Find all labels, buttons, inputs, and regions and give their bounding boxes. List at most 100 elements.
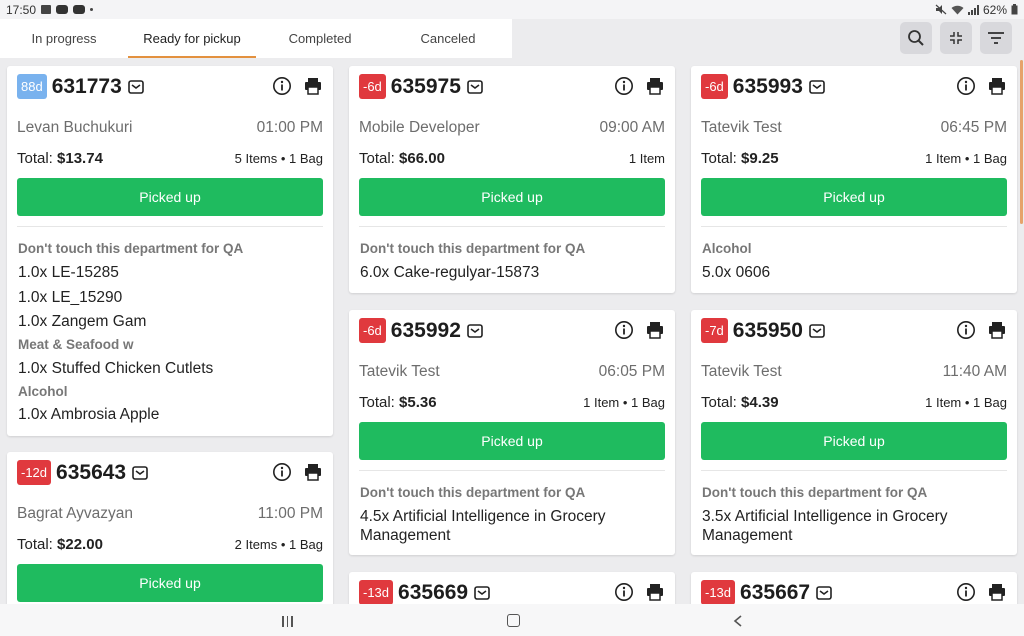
battery-percent: 62% <box>982 2 1007 17</box>
order-line: 1.0x Stuffed Chicken Cutlets <box>18 360 214 377</box>
tab-canceled[interactable]: Canceled <box>384 19 512 58</box>
item-count: 1 Item • 1 Bag <box>583 395 665 410</box>
search-icon <box>908 30 924 46</box>
picked-up-button[interactable]: Picked up <box>701 422 1007 460</box>
order-line: 3.5x Artificial Intelligence in Grocery <box>702 508 948 525</box>
info-icon[interactable] <box>614 320 634 340</box>
info-icon[interactable] <box>614 76 634 96</box>
days-badge: -6d <box>359 74 386 99</box>
department-label: Don't touch this department for QA <box>360 485 586 500</box>
department-label: Don't touch this department for QA <box>18 241 244 256</box>
picked-up-button[interactable]: Picked up <box>701 178 1007 216</box>
order-card[interactable]: -7d 635950 Tatevik Test 11:40 AM Total: … <box>691 310 1017 555</box>
info-icon[interactable] <box>956 582 976 602</box>
print-icon[interactable] <box>987 582 1007 602</box>
customer-name: Bagrat Ayvazyan <box>17 505 134 522</box>
total-label: Total: <box>359 394 400 411</box>
picked-up-button[interactable]: Picked up <box>17 178 323 216</box>
divider <box>701 226 1007 227</box>
back-icon[interactable] <box>733 615 743 627</box>
recent-apps-icon[interactable] <box>282 616 293 627</box>
info-icon[interactable] <box>956 76 976 96</box>
pickup-time: 11:00 PM <box>257 505 323 522</box>
order-card-header: -6d 635975 <box>359 74 483 99</box>
tab-completed[interactable]: Completed <box>256 19 384 58</box>
order-total: Total: $22.00 <box>17 536 103 553</box>
tab-ready-for-pickup[interactable]: Ready for pickup <box>128 19 256 58</box>
pickup-time: 01:00 PM <box>256 119 323 136</box>
battery-icon <box>1011 4 1018 15</box>
picked-up-button[interactable]: Picked up <box>359 422 665 460</box>
order-card-header: 88d 631773 <box>17 74 144 99</box>
total-label: Total: <box>17 536 58 553</box>
customer-name: Mobile Developer <box>359 119 480 136</box>
item-count: 2 Items • 1 Bag <box>234 537 323 552</box>
print-icon[interactable] <box>303 462 323 482</box>
pickup-time: 11:40 AM <box>942 363 1007 380</box>
print-icon[interactable] <box>645 320 665 340</box>
order-number: 635667 <box>740 580 811 604</box>
order-card-header: -13d 635669 <box>359 580 490 605</box>
total-value: $66.00 <box>399 150 445 167</box>
item-count: 1 Item • 1 Bag <box>925 151 1007 166</box>
total-label: Total: <box>359 150 400 167</box>
order-number: 635669 <box>398 580 469 604</box>
message-icon <box>467 79 483 94</box>
filter-button[interactable] <box>980 22 1012 54</box>
divider <box>17 226 323 227</box>
info-icon[interactable] <box>272 76 292 96</box>
tab-in-progress[interactable]: In progress <box>0 19 128 58</box>
days-badge: -6d <box>701 74 728 99</box>
order-total: Total: $66.00 <box>359 150 445 167</box>
total-value: $4.39 <box>741 394 779 411</box>
info-icon[interactable] <box>956 320 976 340</box>
divider <box>359 226 665 227</box>
message-icon <box>809 323 825 338</box>
item-count: 1 Item <box>628 151 665 166</box>
signal-icon <box>967 4 979 15</box>
mute-icon <box>935 4 947 15</box>
days-badge: -6d <box>359 318 386 343</box>
print-icon[interactable] <box>987 320 1007 340</box>
order-card-header: -6d 635992 <box>359 318 483 343</box>
order-number: 635643 <box>56 460 127 484</box>
status-time: 17:50 <box>6 2 37 17</box>
status-bar: 17:50 62% <box>0 0 1024 19</box>
total-value: $9.25 <box>741 150 779 167</box>
order-line: 1.0x LE_15290 <box>18 289 123 306</box>
order-total: Total: $4.39 <box>701 394 779 411</box>
order-total: Total: $13.74 <box>17 150 103 167</box>
collapse-button[interactable] <box>940 22 972 54</box>
days-badge: -13d <box>359 580 394 605</box>
picked-up-button[interactable]: Picked up <box>17 564 323 602</box>
print-icon[interactable] <box>645 76 665 96</box>
info-icon[interactable] <box>272 462 292 482</box>
print-icon[interactable] <box>987 76 1007 96</box>
order-card[interactable]: -6d 635993 Tatevik Test 06:45 PM Total: … <box>691 66 1017 293</box>
order-card[interactable]: 88d 631773 Levan Buchukuri 01:00 PM Tota… <box>7 66 333 436</box>
customer-name: Tatevik Test <box>701 363 782 380</box>
order-card-header: -7d 635950 <box>701 318 825 343</box>
home-icon[interactable] <box>507 614 520 627</box>
search-button[interactable] <box>900 22 932 54</box>
order-card[interactable]: -12d 635643 Bagrat Ayvazyan 11:00 PM Tot… <box>7 452 333 612</box>
customer-name: Tatevik Test <box>359 363 440 380</box>
order-total: Total: $9.25 <box>701 150 779 167</box>
picked-up-button[interactable]: Picked up <box>359 178 665 216</box>
order-card[interactable]: -6d 635975 Mobile Developer 09:00 AM Tot… <box>349 66 675 293</box>
department-label: Don't touch this department for QA <box>702 485 928 500</box>
department-label: Alcohol <box>702 241 752 256</box>
gallery-icon <box>41 5 52 14</box>
message-icon <box>474 585 490 600</box>
order-number: 635975 <box>390 74 461 98</box>
print-icon[interactable] <box>303 76 323 96</box>
more-notifications-icon <box>90 8 94 11</box>
info-icon[interactable] <box>614 582 634 602</box>
filter-icon <box>988 32 1004 44</box>
total-value: $22.00 <box>57 536 103 553</box>
order-line: 1.0x Ambrosia Apple <box>18 406 160 423</box>
pickup-time: 09:00 AM <box>599 119 666 136</box>
print-icon[interactable] <box>645 582 665 602</box>
scrollbar-thumb[interactable] <box>1020 60 1023 224</box>
order-card[interactable]: -6d 635992 Tatevik Test 06:05 PM Total: … <box>349 310 675 555</box>
